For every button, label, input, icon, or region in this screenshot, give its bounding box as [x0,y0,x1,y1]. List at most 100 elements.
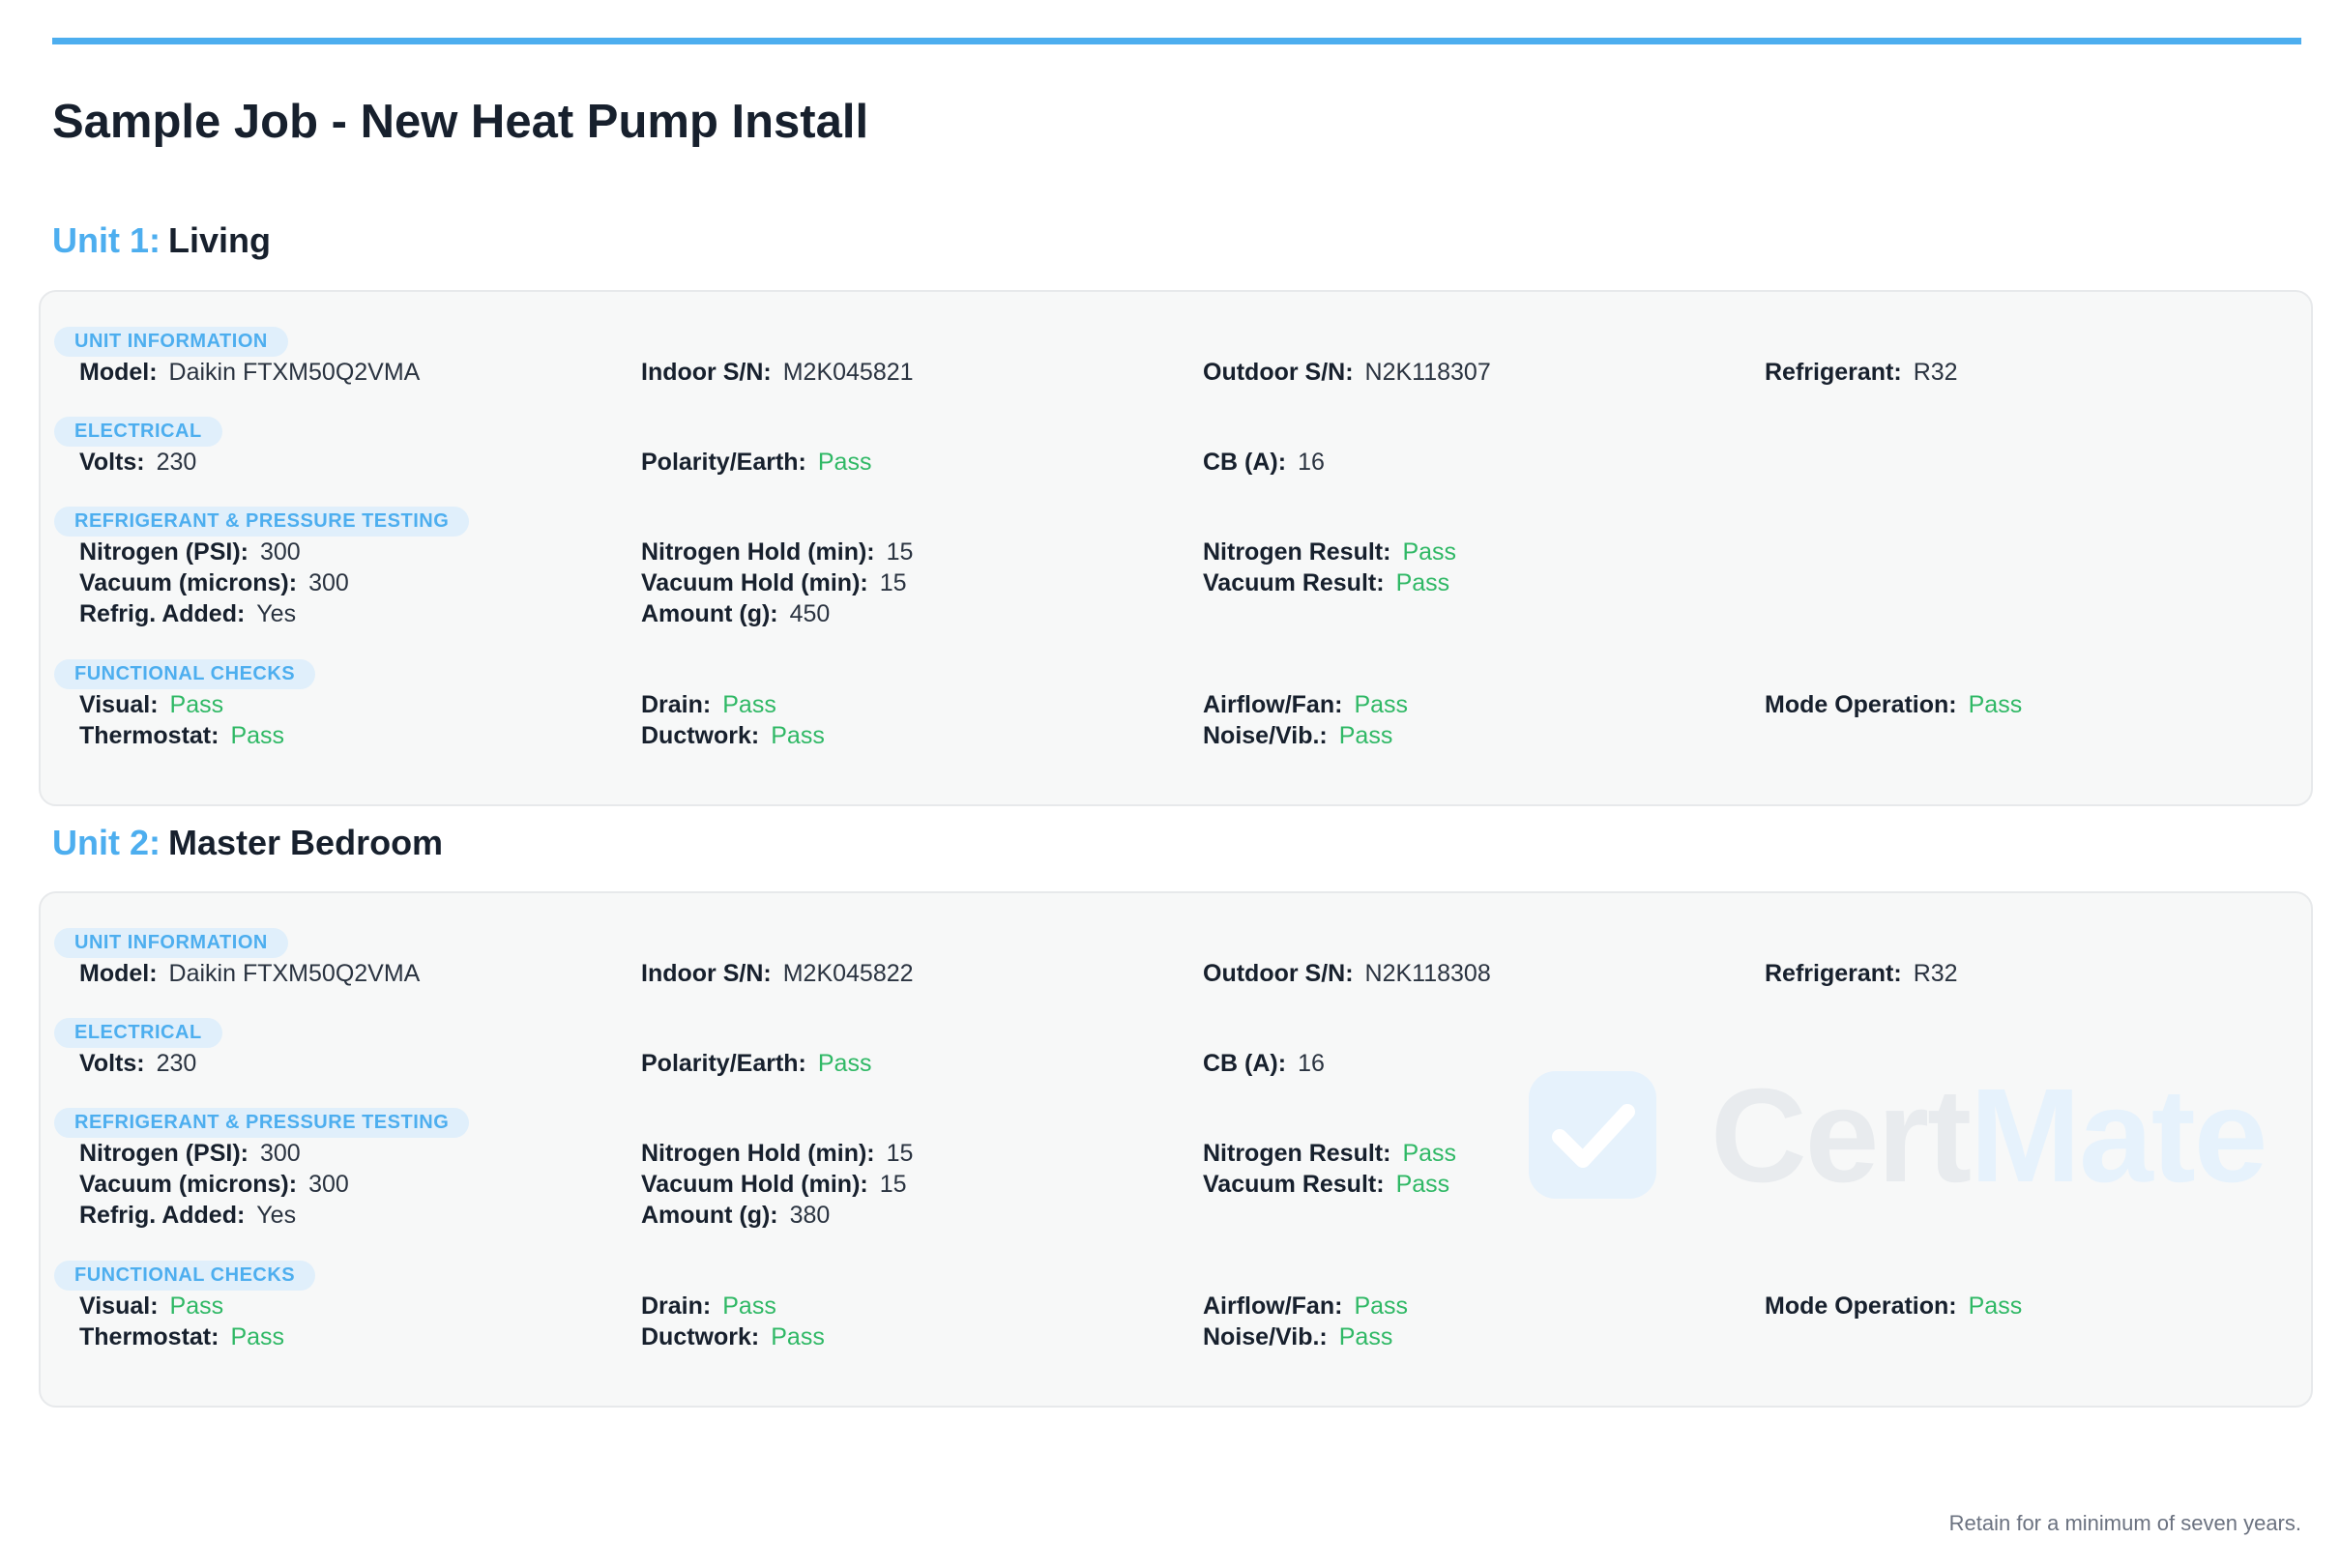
visual-row: Visual: Pass [79,689,284,720]
field-label: Nitrogen (PSI): [79,1140,249,1167]
section-pill: REFRIGERANT & PRESSURE TESTING [54,1108,470,1138]
field-label: Drain: [641,691,712,718]
field-label: Amount (g): [641,600,778,627]
field-label: Nitrogen Hold (min): [641,538,875,566]
indoor-sn-row: Indoor S/N: M2K045822 [641,958,914,989]
vacuum-hold-row: Vacuum Hold (min): 15 [641,567,913,598]
vacuum-hold-row: Vacuum Hold (min): 15 [641,1169,913,1200]
nitrogen-result-row: Nitrogen Result: Pass [1203,537,1456,567]
field-value: 230 [156,449,197,476]
mode-operation-row: Mode Operation: Pass [1765,1291,2022,1321]
field-value: 300 [260,538,301,566]
refrigerant-row: Refrigerant: R32 [1765,357,1958,388]
field-value: 15 [886,1140,914,1167]
field-value: Yes [256,600,297,627]
vacuum-result-row: Vacuum Result: Pass [1203,1169,1456,1200]
mode-operation-row: Mode Operation: Pass [1765,689,2022,720]
indoor-sn-row: Indoor S/N: M2K045821 [641,357,914,388]
pass-value: Pass [1395,569,1450,596]
amount-row: Amount (g): 380 [641,1200,913,1231]
unit-name: Master Bedroom [168,823,444,862]
electrical-section: ELECTRICAL Volts: 230 Polarity/Earth: Pass… [54,417,2297,476]
nitrogen-psi-row: Nitrogen (PSI): 300 [79,537,349,567]
field-value: 16 [1298,1050,1325,1077]
electrical-section: ELECTRICAL Volts: 230 Polarity/Earth: Pass… [54,1018,2297,1077]
unit-information-section: UNIT INFORMATION Model: Daikin FTXM50Q2VM… [54,327,2297,386]
functional-checks-section: FUNCTIONAL CHECKS Visual: Pass Thermostat… [54,1261,2297,1350]
field-label: Model: [79,960,158,987]
noise-row: Noise/Vib.: Pass [1203,720,1408,751]
field-label: Noise/Vib.: [1203,1323,1328,1350]
thermostat-row: Thermostat: Pass [79,1321,284,1352]
section-pill: FUNCTIONAL CHECKS [54,1261,316,1291]
noise-row: Noise/Vib.: Pass [1203,1321,1408,1352]
field-value: 380 [789,1202,831,1229]
unit-1-card: UNIT INFORMATION Model: Daikin FTXM50Q2VM… [39,290,2313,806]
field-value: 15 [879,1171,907,1198]
refrig-added-row: Refrig. Added: Yes [79,1200,349,1231]
pass-value: Pass [230,1323,285,1350]
field-label: Refrig. Added: [79,1202,246,1229]
field-label: Vacuum (microns): [79,569,298,596]
amount-row: Amount (g): 450 [641,598,913,629]
field-label: Nitrogen Result: [1203,1140,1391,1167]
field-label: Outdoor S/N: [1203,960,1354,987]
unit-label: Unit 1: [52,220,161,260]
field-value: 230 [156,1050,197,1077]
pass-value: Pass [1395,1171,1450,1198]
volts-row: Volts: 230 [79,1048,196,1079]
ductwork-row: Ductwork: Pass [641,720,825,751]
field-label: Refrigerant: [1765,359,1902,386]
cb-row: CB (A): 16 [1203,1048,1325,1079]
refrigerant-pressure-section: REFRIGERANT & PRESSURE TESTING Nitrogen … [54,1108,2297,1229]
field-value: M2K045822 [782,960,914,987]
section-pill: ELECTRICAL [54,1018,222,1048]
field-label: Airflow/Fan: [1203,691,1343,718]
refrigerant-pressure-section: REFRIGERANT & PRESSURE TESTING Nitrogen … [54,507,2297,627]
field-label: Vacuum (microns): [79,1171,298,1198]
field-label: Indoor S/N: [641,960,772,987]
section-pill: ELECTRICAL [54,417,222,447]
vacuum-microns-row: Vacuum (microns): 300 [79,567,349,598]
field-value: N2K118308 [1364,960,1491,987]
field-label: Model: [79,359,158,386]
field-label: Indoor S/N: [641,359,772,386]
field-value: R32 [1913,359,1958,386]
unit-1-heading: Unit 1: Living [52,220,271,261]
field-label: Visual: [79,1292,159,1320]
field-label: Polarity/Earth: [641,1050,806,1077]
field-value: 300 [260,1140,301,1167]
pass-value: Pass [230,722,285,749]
field-label: CB (A): [1203,449,1287,476]
unit-information-section: UNIT INFORMATION Model: Daikin FTXM50Q2VM… [54,928,2297,987]
model-row: Model: Daikin FTXM50Q2VMA [79,958,420,989]
pass-value: Pass [169,691,224,718]
field-value: Yes [256,1202,297,1229]
polarity-row: Polarity/Earth: Pass [641,447,871,478]
outdoor-sn-row: Outdoor S/N: N2K118307 [1203,357,1491,388]
nitrogen-result-row: Nitrogen Result: Pass [1203,1138,1456,1169]
pass-value: Pass [1338,1323,1393,1350]
field-label: Ductwork: [641,722,760,749]
thermostat-row: Thermostat: Pass [79,720,284,751]
field-label: Refrigerant: [1765,960,1902,987]
pass-value: Pass [169,1292,224,1320]
field-label: Amount (g): [641,1202,778,1229]
unit-name: Living [168,220,271,260]
field-label: Nitrogen Result: [1203,538,1391,566]
field-value: 300 [308,1171,349,1198]
section-pill: UNIT INFORMATION [54,928,288,958]
field-label: Volts: [79,449,145,476]
pass-value: Pass [1354,691,1409,718]
field-label: Airflow/Fan: [1203,1292,1343,1320]
field-value: M2K045821 [782,359,914,386]
pass-value: Pass [1338,722,1393,749]
field-label: Vacuum Result: [1203,1171,1385,1198]
nitrogen-hold-row: Nitrogen Hold (min): 15 [641,1138,913,1169]
field-label: Vacuum Result: [1203,569,1385,596]
model-row: Model: Daikin FTXM50Q2VMA [79,357,420,388]
field-label: Refrig. Added: [79,600,246,627]
field-label: Vacuum Hold (min): [641,569,868,596]
airflow-row: Airflow/Fan: Pass [1203,689,1408,720]
visual-row: Visual: Pass [79,1291,284,1321]
